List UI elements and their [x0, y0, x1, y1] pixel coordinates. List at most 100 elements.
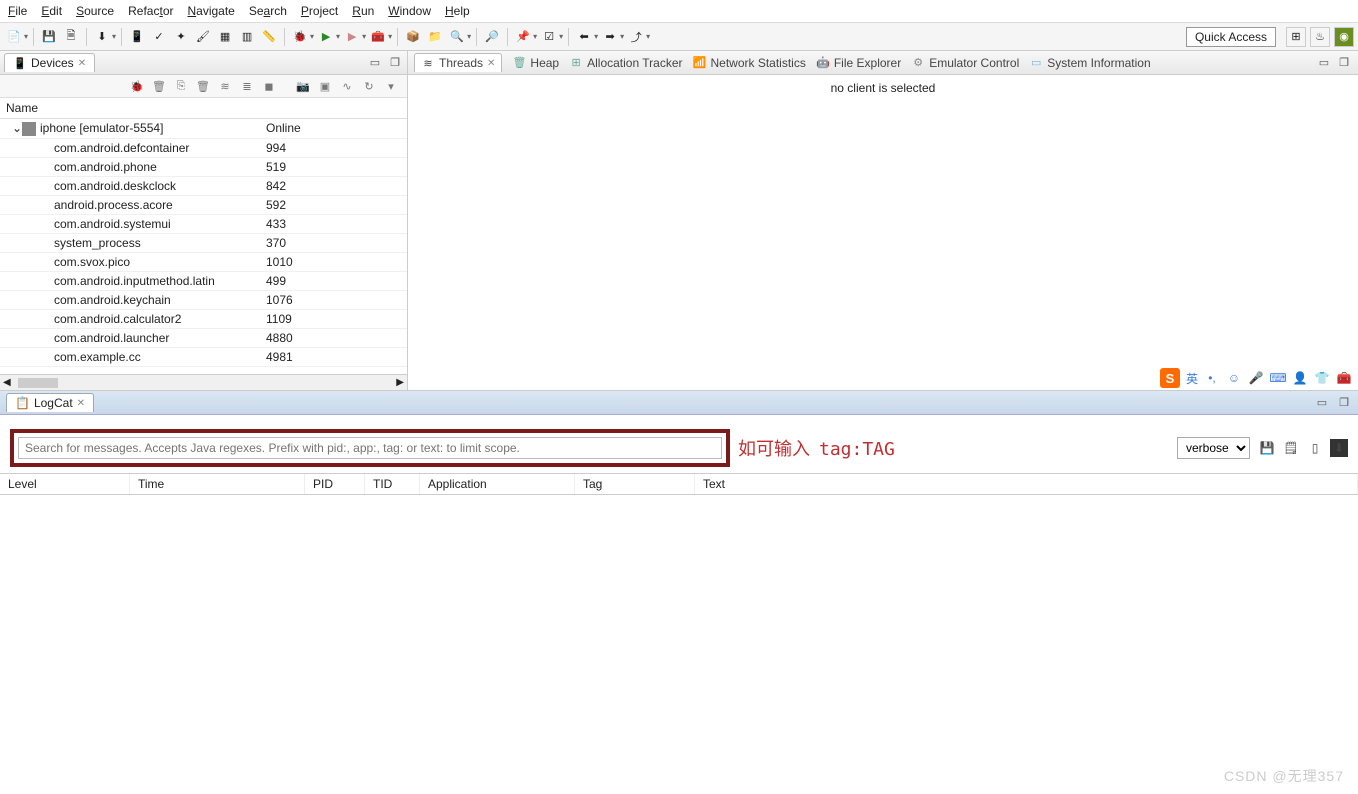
quick-access[interactable]: Quick Access: [1186, 27, 1276, 47]
update-threads-icon[interactable]: ≋: [217, 78, 233, 94]
maximize-icon[interactable]: ❐: [387, 55, 403, 71]
reset-adb-icon[interactable]: ↻: [361, 78, 377, 94]
close-icon[interactable]: ✕: [78, 58, 86, 69]
col-app[interactable]: Application: [420, 474, 575, 494]
tab-heap[interactable]: 🗑Heap: [512, 56, 559, 70]
search-icon[interactable]: 🔎: [482, 27, 502, 47]
grid-icon[interactable]: ▦: [215, 27, 235, 47]
col-pid[interactable]: PID: [305, 474, 365, 494]
stop-process-icon[interactable]: ◼: [261, 78, 277, 94]
tab-allocation[interactable]: ⊞Allocation Tracker: [569, 56, 682, 70]
systrace-icon[interactable]: ∿: [339, 78, 355, 94]
open-type-icon[interactable]: 🔍: [447, 27, 467, 47]
close-icon[interactable]: ✕: [77, 398, 85, 409]
menu-file[interactable]: FFileile: [8, 4, 27, 18]
tab-system-info[interactable]: ▭System Information: [1029, 56, 1150, 70]
tab-emulator-control[interactable]: ⚙Emulator Control: [911, 56, 1019, 70]
run-last-icon[interactable]: ▶: [342, 27, 362, 47]
cause-gc-icon[interactable]: 🗑: [195, 78, 211, 94]
clear-log-icon[interactable]: 🗒: [1282, 439, 1300, 457]
menu-edit[interactable]: Edit: [41, 4, 62, 18]
sdk-manager-icon[interactable]: ⬇: [92, 27, 112, 47]
col-name[interactable]: Name: [0, 98, 260, 119]
forward-icon[interactable]: ➡: [600, 27, 620, 47]
minimize-icon[interactable]: ▭: [1314, 395, 1330, 411]
process-row[interactable]: com.android.inputmethod.latin499: [0, 271, 407, 290]
col-level[interactable]: Level: [0, 474, 130, 494]
sogou-icon[interactable]: S: [1160, 368, 1180, 388]
col-tid[interactable]: TID: [365, 474, 420, 494]
menu-project[interactable]: Project: [301, 4, 338, 18]
ruler-icon[interactable]: 📏: [259, 27, 279, 47]
save-icon[interactable]: 💾: [39, 27, 59, 47]
run-icon[interactable]: ▶: [316, 27, 336, 47]
ime-toolbox-icon[interactable]: 🧰: [1336, 370, 1352, 386]
minimize-icon[interactable]: ▭: [367, 55, 383, 71]
process-row[interactable]: com.svox.pico1010: [0, 252, 407, 271]
update-heap-icon[interactable]: 🗑: [151, 78, 167, 94]
wand-icon[interactable]: ✦: [171, 27, 191, 47]
tab-threads[interactable]: ≋Threads ✕: [414, 53, 502, 72]
external-tools-icon[interactable]: 🧰: [368, 27, 388, 47]
dump-view-icon[interactable]: ▣: [317, 78, 333, 94]
menu-run[interactable]: Run: [352, 4, 374, 18]
logcat-tab[interactable]: 📋 LogCat ✕: [6, 393, 94, 412]
menu-search[interactable]: Search: [249, 4, 287, 18]
devices-tab[interactable]: 📱 Devices ✕: [4, 53, 95, 72]
process-row[interactable]: com.android.calculator21109: [0, 309, 407, 328]
start-method-profiling-icon[interactable]: ≣: [239, 78, 255, 94]
menu-refactor[interactable]: Refactor: [128, 4, 173, 18]
process-row[interactable]: android.process.acore592: [0, 195, 407, 214]
new-package-icon[interactable]: 📦: [403, 27, 423, 47]
col-text[interactable]: Text: [695, 474, 1358, 494]
process-row[interactable]: com.android.keychain1076: [0, 290, 407, 309]
process-row[interactable]: system_process370: [0, 233, 407, 252]
expand-icon[interactable]: ⌄: [12, 121, 22, 135]
process-row[interactable]: com.android.deskclock842: [0, 176, 407, 195]
device-row[interactable]: ⌄iphone [emulator-5554] Online: [0, 119, 407, 139]
col-time[interactable]: Time: [130, 474, 305, 494]
new-class-icon[interactable]: 📁: [425, 27, 445, 47]
process-row[interactable]: com.example.cc4981: [0, 347, 407, 366]
ime-mic-icon[interactable]: 🎤: [1248, 370, 1264, 386]
col-status[interactable]: [260, 98, 407, 119]
debug-process-icon[interactable]: 🐞: [129, 78, 145, 94]
ddms-perspective-icon[interactable]: ◉: [1334, 27, 1354, 47]
ime-lang[interactable]: 英: [1186, 370, 1198, 387]
minimize-icon[interactable]: ▭: [1316, 55, 1332, 71]
task-icon[interactable]: ☑: [539, 27, 559, 47]
save-all-icon[interactable]: 🗎: [61, 27, 81, 47]
back-icon[interactable]: ⬅: [574, 27, 594, 47]
ime-punct-icon[interactable]: •,: [1204, 370, 1220, 386]
process-row[interactable]: com.android.launcher4880: [0, 328, 407, 347]
debug-icon[interactable]: 🐞: [290, 27, 310, 47]
annotation-icon[interactable]: 📌: [513, 27, 533, 47]
tab-network[interactable]: 📶Network Statistics: [692, 56, 805, 70]
java-perspective-icon[interactable]: ♨: [1310, 27, 1330, 47]
maximize-icon[interactable]: ❐: [1336, 55, 1352, 71]
dump-hprof-icon[interactable]: ⎘: [173, 78, 189, 94]
close-icon[interactable]: ✕: [487, 58, 495, 69]
avd-manager-icon[interactable]: 📱: [127, 27, 147, 47]
ime-keyboard-icon[interactable]: ⌨: [1270, 370, 1286, 386]
display-filters-icon[interactable]: ▯: [1306, 439, 1324, 457]
open-perspective-icon[interactable]: ⊞: [1286, 27, 1306, 47]
process-row[interactable]: com.android.systemui433: [0, 214, 407, 233]
layout-icon[interactable]: ▥: [237, 27, 257, 47]
screen-capture-icon[interactable]: 📷: [295, 78, 311, 94]
menu-navigate[interactable]: Navigate: [187, 4, 234, 18]
tab-file-explorer[interactable]: 🤖File Explorer: [816, 56, 901, 70]
col-tag[interactable]: Tag: [575, 474, 695, 494]
scroll-lock-icon[interactable]: ⬇: [1330, 439, 1348, 457]
brush-icon[interactable]: 🖌: [193, 27, 213, 47]
logcat-search-input[interactable]: [18, 437, 722, 459]
log-level-select[interactable]: verbose: [1177, 437, 1250, 459]
process-row[interactable]: com.android.defcontainer994: [0, 138, 407, 157]
process-row[interactable]: com.android.phone519: [0, 157, 407, 176]
save-log-icon[interactable]: 💾: [1258, 439, 1276, 457]
horizontal-scrollbar[interactable]: ◀▶: [0, 374, 407, 390]
menu-help[interactable]: Help: [445, 4, 470, 18]
ime-person-icon[interactable]: 👤: [1292, 370, 1308, 386]
ime-shirt-icon[interactable]: 👕: [1314, 370, 1330, 386]
menu-source[interactable]: Source: [76, 4, 114, 18]
